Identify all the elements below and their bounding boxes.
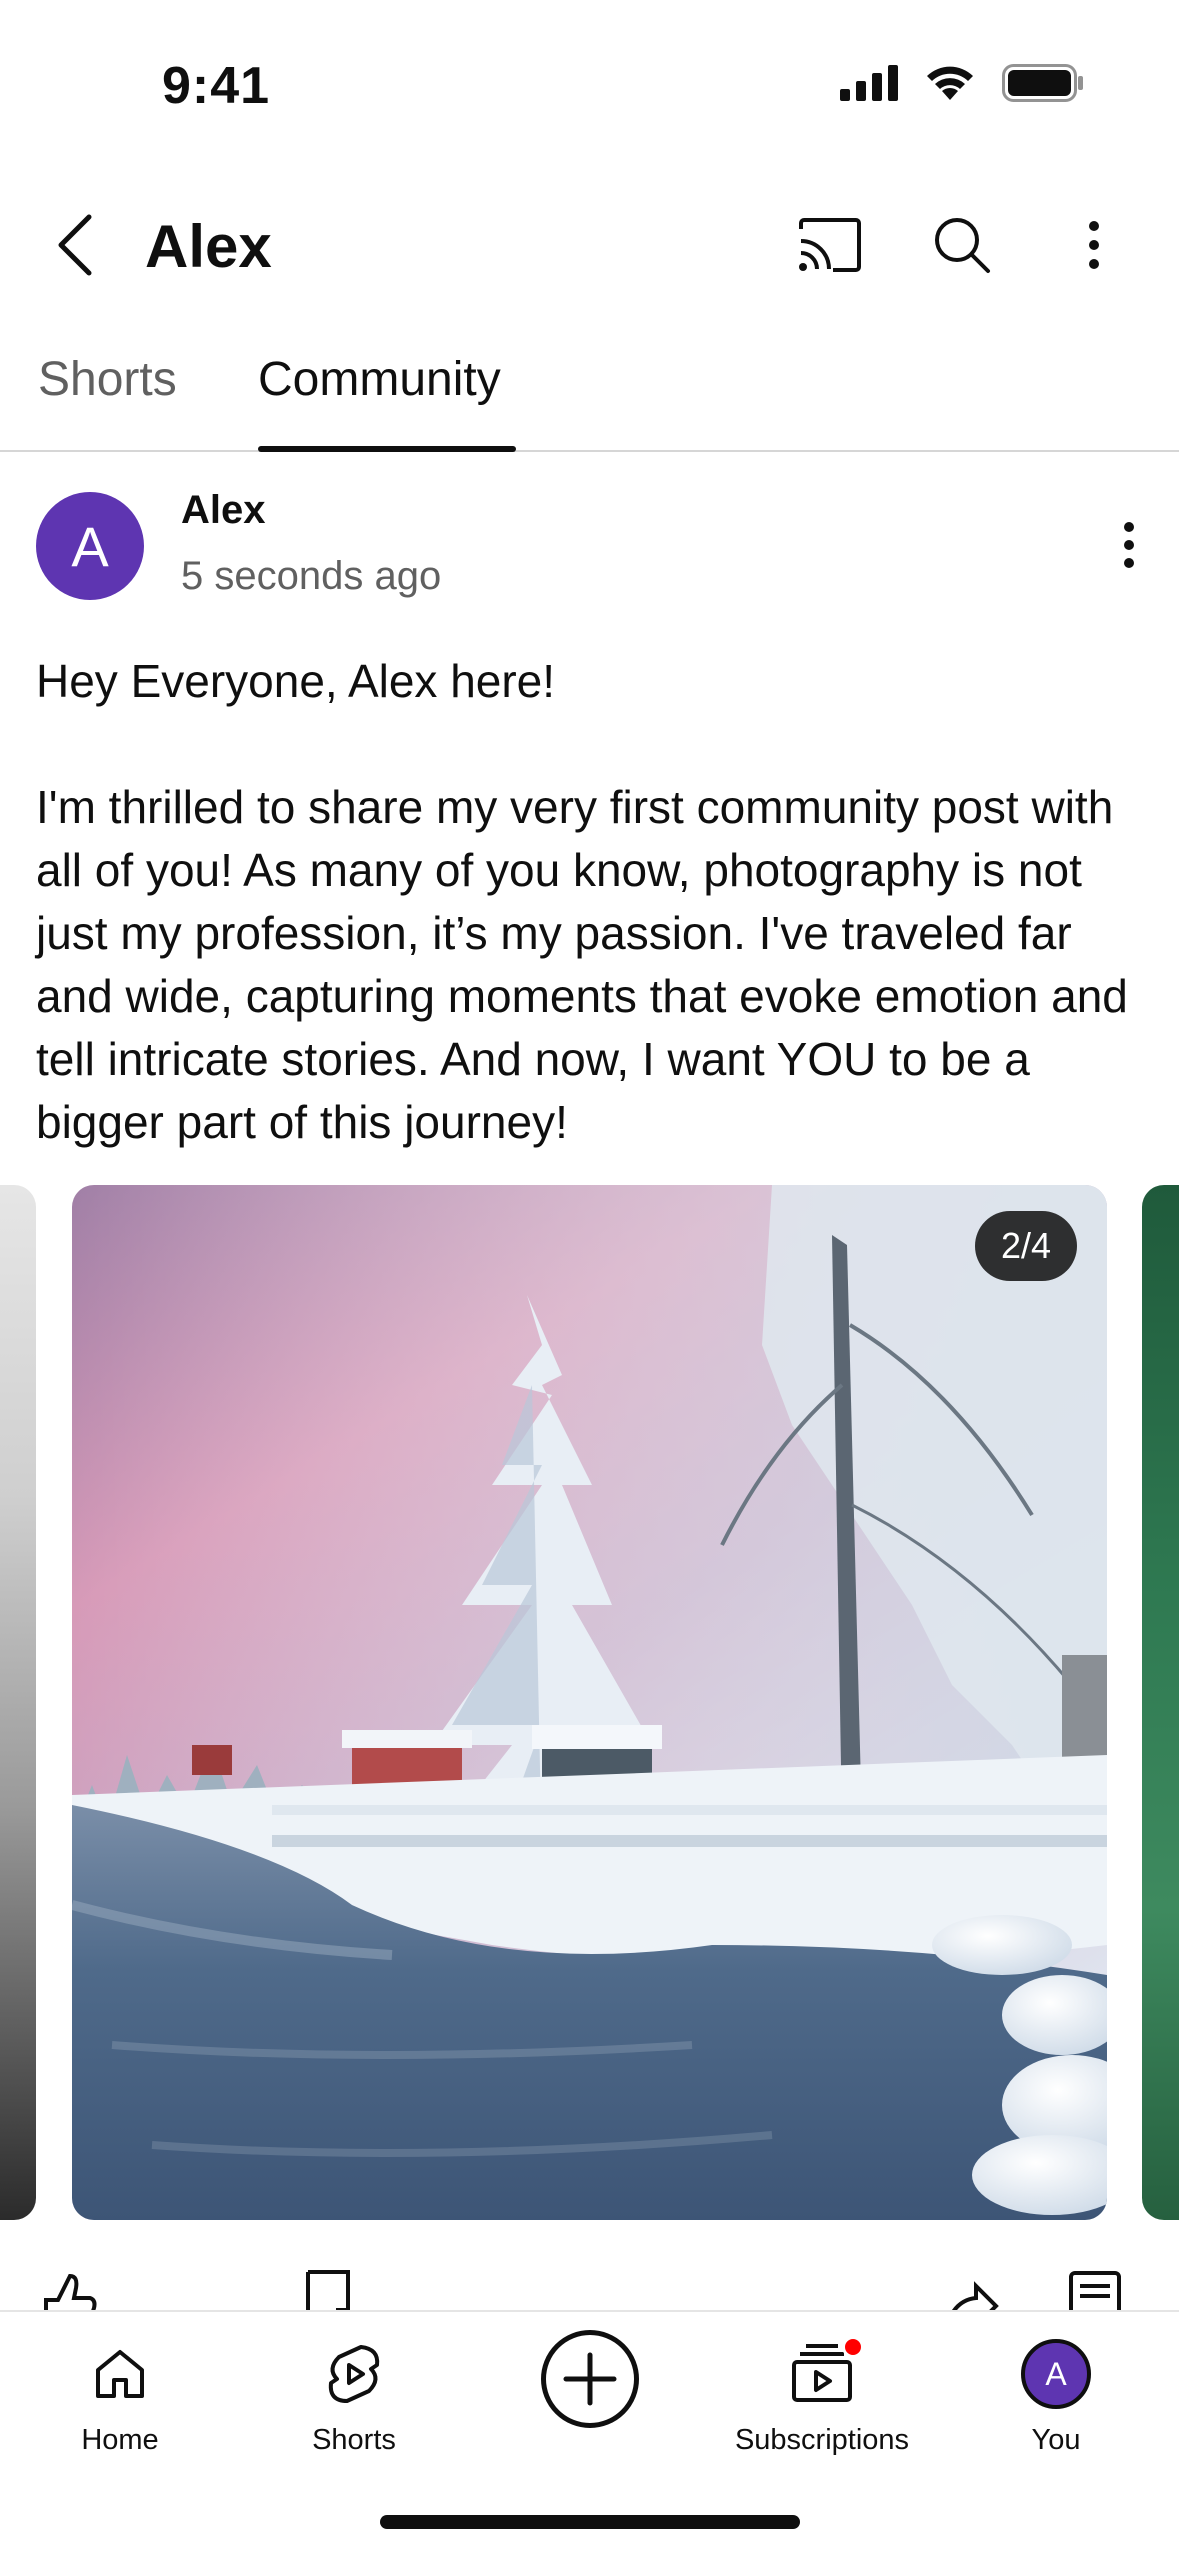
tab-shorts[interactable]: Shorts [38, 352, 177, 407]
post-paragraph: Hey Everyone, Alex here! [36, 655, 556, 707]
carousel-previous-image[interactable] [0, 1185, 36, 2220]
carousel-next-image[interactable] [1142, 1185, 1179, 2220]
post-timestamp: 5 seconds ago [181, 554, 442, 598]
search-icon [935, 218, 990, 273]
active-tab-indicator [258, 446, 516, 452]
notification-dot [842, 2336, 864, 2358]
channel-header: Alex [0, 180, 1179, 310]
nav-home[interactable]: Home [20, 2334, 220, 2457]
nav-shorts-label: Shorts [312, 2424, 396, 2456]
author-avatar[interactable]: A [36, 492, 144, 600]
thumbs-up-icon [44, 2273, 97, 2310]
comment-icon [1069, 2271, 1121, 2310]
more-options-button[interactable] [1054, 210, 1134, 280]
plus-icon [563, 2352, 617, 2406]
nav-subscriptions-label: Subscriptions [734, 2424, 910, 2456]
wifi-icon [924, 64, 976, 107]
create-button[interactable] [541, 2330, 639, 2428]
carousel-counter: 2/4 [974, 1211, 1077, 1281]
post-body: Hey Everyone, Alex here! I'm thrilled to… [36, 650, 1146, 1154]
post-paragraph: I'm thrilled to share my very first comm… [36, 781, 1128, 1148]
post-more-button[interactable] [1099, 510, 1159, 580]
comments-button[interactable] [1068, 2270, 1122, 2310]
tab-community[interactable]: Community [258, 352, 501, 407]
channel-tabs: Shorts Community [0, 340, 1179, 452]
post-actions [0, 2270, 1179, 2310]
image-carousel[interactable]: 2/4 [0, 1185, 1179, 2220]
avatar: A [1021, 2339, 1091, 2409]
home-indicator [380, 2515, 800, 2529]
page: 9:41 Alex Shorts Community A Alex 5 seco… [0, 0, 1179, 2556]
more-vertical-icon [1124, 522, 1134, 568]
status-bar: 9:41 [0, 0, 1179, 150]
nav-you-label: You [1031, 2424, 1081, 2456]
share-icon [952, 2281, 999, 2310]
channel-title: Alex [145, 213, 272, 280]
like-button[interactable] [38, 2270, 98, 2310]
nav-you[interactable]: A You [956, 2334, 1156, 2457]
carousel-current-image[interactable]: 2/4 [72, 1185, 1107, 2220]
thumbs-down-icon [306, 2270, 350, 2310]
cellular-signal-icon [840, 65, 898, 106]
subscriptions-icon [782, 2334, 864, 2414]
cast-icon [799, 218, 861, 272]
nav-home-label: Home [81, 2424, 159, 2456]
share-button[interactable] [940, 2270, 1000, 2310]
nav-subscriptions[interactable]: Subscriptions [722, 2334, 922, 2457]
status-icons [840, 64, 1084, 107]
cast-button[interactable] [790, 210, 870, 280]
more-vertical-icon [1089, 221, 1099, 269]
chevron-left-icon [58, 214, 92, 276]
post-author[interactable]: Alex [181, 488, 266, 533]
status-time: 9:41 [162, 57, 271, 115]
battery-icon [1002, 64, 1084, 107]
winter-landscape-photo [72, 1185, 1107, 2220]
shorts-icon [314, 2334, 394, 2414]
search-button[interactable] [922, 210, 1002, 280]
nav-shorts[interactable]: Shorts [254, 2334, 454, 2457]
back-button[interactable] [40, 210, 110, 280]
home-icon [80, 2334, 160, 2414]
dislike-button[interactable] [300, 2270, 360, 2310]
